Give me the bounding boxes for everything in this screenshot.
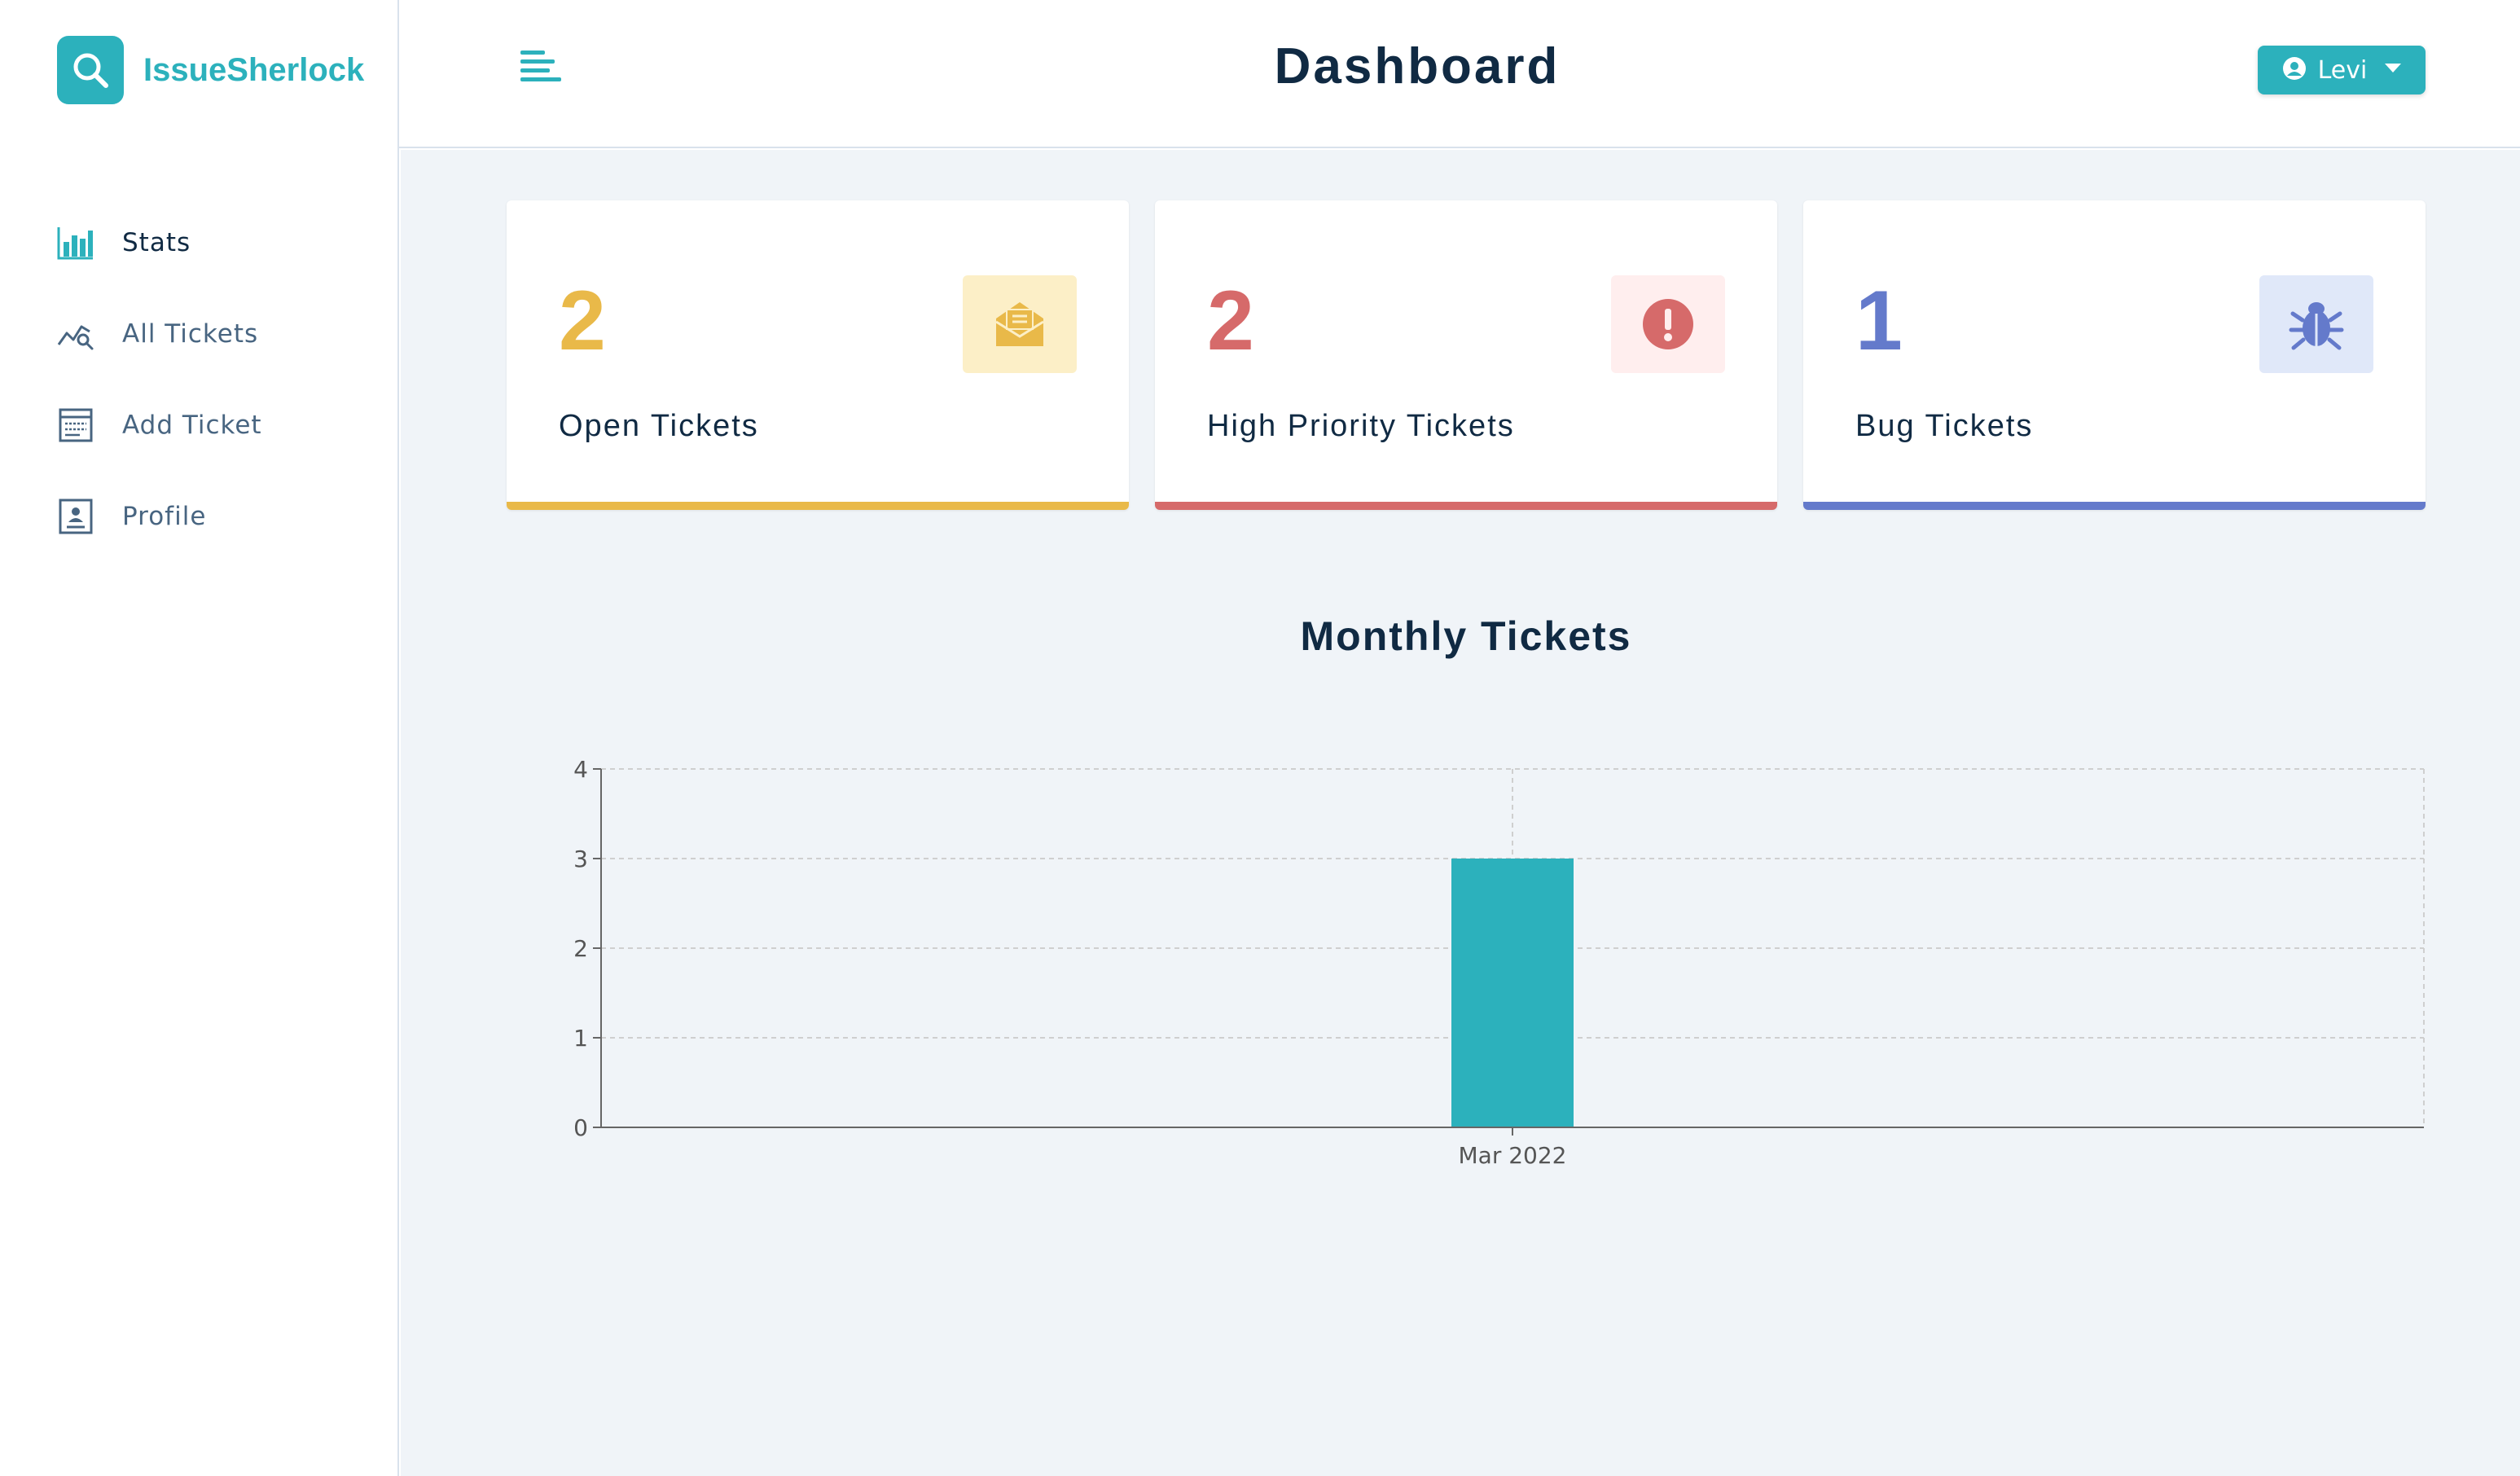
- sidebar-item-label: All Tickets: [122, 319, 259, 349]
- logo-search-icon: [57, 36, 124, 104]
- y-tick-label: 4: [573, 756, 588, 783]
- sidebar-item-add-ticket[interactable]: Add Ticket: [57, 401, 262, 450]
- sidebar-item-label: Profile: [122, 502, 207, 531]
- brand-name: IssueSherlock: [143, 51, 365, 88]
- x-tick-label: Mar 2022: [1459, 1142, 1567, 1169]
- sidebar-item-stats[interactable]: Stats: [57, 218, 262, 267]
- monthly-tickets-chart: 0 1 2 3 4 Mar 2022: [401, 150, 2520, 1476]
- chart-svg: 0 1 2 3 4 Mar 2022: [573, 756, 2425, 1169]
- brand[interactable]: IssueSherlock: [57, 36, 364, 104]
- y-tick-label: 2: [573, 935, 588, 962]
- user-menu-button[interactable]: Levi: [2258, 46, 2426, 94]
- bar-chart-icon: [57, 224, 94, 261]
- user-circle-icon: [2282, 56, 2307, 85]
- form-icon: [57, 406, 94, 444]
- sidebar-item-profile[interactable]: Profile: [57, 492, 262, 541]
- bar: [1451, 859, 1574, 1127]
- y-tick-label: 1: [573, 1025, 588, 1052]
- sidebar-item-all-tickets[interactable]: All Tickets: [57, 310, 262, 358]
- profile-card-icon: [57, 498, 94, 535]
- sidebar-item-label: Add Ticket: [122, 411, 262, 440]
- line-chart-search-icon: [57, 315, 94, 353]
- caret-down-icon: [2385, 63, 2402, 77]
- y-tick-label: 3: [573, 846, 588, 872]
- sidebar: IssueSherlock Stats All Tickets Add Tick…: [0, 0, 399, 1476]
- main-content: 2 Open Tickets 2 High Priority Tickets 1…: [401, 150, 2520, 1476]
- page-title: Dashboard: [1274, 38, 1561, 94]
- user-name: Levi: [2317, 55, 2368, 85]
- top-header: Dashboard Levi: [399, 0, 2520, 148]
- y-tick-label: 0: [573, 1114, 588, 1141]
- sidebar-nav: Stats All Tickets Add Ticket Profile: [57, 218, 262, 583]
- sidebar-item-label: Stats: [122, 228, 191, 257]
